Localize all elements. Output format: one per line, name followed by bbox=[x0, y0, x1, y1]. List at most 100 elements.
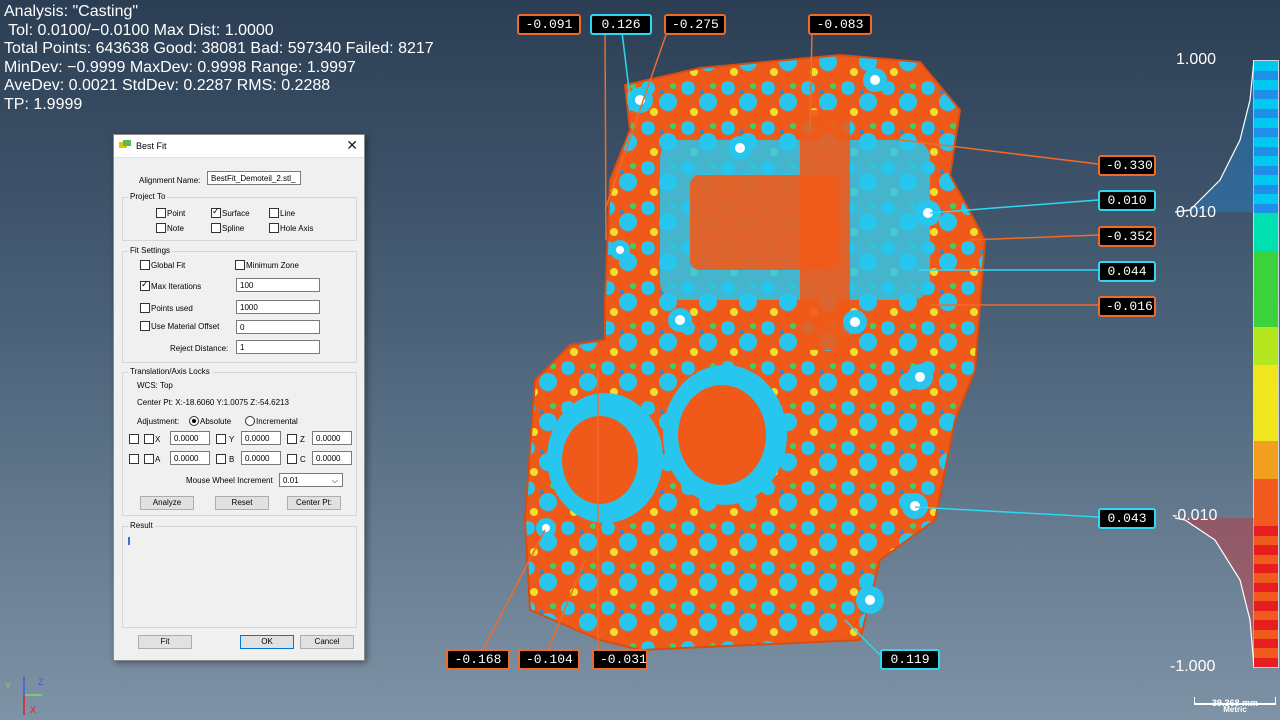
scale-bar-length: 39.368 mm bbox=[1211, 698, 1259, 708]
center-pt-readout: Center Pt: X:-18.6060 Y:1.0075 Z:-54.621… bbox=[137, 398, 289, 407]
global-fit-label: Global Fit bbox=[151, 261, 186, 270]
callout-label[interactable]: -0.031 bbox=[592, 649, 648, 670]
lock-c-checkbox[interactable] bbox=[287, 454, 297, 464]
callout-label[interactable]: 0.044 bbox=[1098, 261, 1156, 282]
c-input[interactable]: 0.0000 bbox=[312, 451, 352, 465]
scale-segment bbox=[1254, 441, 1278, 479]
scale-segment bbox=[1254, 156, 1278, 166]
callout-label[interactable]: -0.330 bbox=[1098, 155, 1156, 176]
callout-label[interactable]: 0.010 bbox=[1098, 190, 1156, 211]
scale-segment bbox=[1254, 127, 1278, 137]
ok-button[interactable]: OK bbox=[240, 635, 294, 649]
scale-segment bbox=[1254, 251, 1278, 289]
center-pt-button[interactable]: Center Pt: bbox=[287, 496, 341, 510]
lock-a-checkbox[interactable] bbox=[129, 454, 139, 464]
scale-segment bbox=[1254, 620, 1278, 630]
deviation-histogram bbox=[1174, 60, 1254, 667]
scale-max-label: 1.000 bbox=[1176, 51, 1217, 68]
reject-distance-input[interactable]: 1 bbox=[236, 340, 320, 354]
scale-segment bbox=[1254, 554, 1278, 564]
analyze-button[interactable]: Analyze bbox=[140, 496, 194, 510]
scale-segment bbox=[1254, 592, 1278, 602]
best-fit-dialog[interactable]: Best Fit ✕ Alignment Name: BestFit_Demot… bbox=[113, 134, 365, 661]
lock-y-checkbox[interactable] bbox=[216, 434, 226, 444]
line-checkbox[interactable] bbox=[269, 208, 279, 218]
callout-label[interactable]: -0.352 bbox=[1098, 226, 1156, 247]
absolute-radio[interactable] bbox=[189, 416, 199, 426]
scale-segment bbox=[1254, 526, 1278, 536]
callout-label[interactable]: -0.083 bbox=[808, 14, 872, 35]
project-to-title: Project To bbox=[128, 192, 168, 201]
scale-segment bbox=[1254, 203, 1278, 213]
scale-lower-tol-label: -0.010 bbox=[1172, 507, 1218, 524]
chevron-down-icon: ⌵ bbox=[331, 476, 338, 485]
scale-segment bbox=[1254, 194, 1278, 204]
translation-axis-locks-title: Translation/Axis Locks bbox=[128, 367, 212, 376]
cancel-button[interactable]: Cancel bbox=[300, 635, 354, 649]
spline-checkbox[interactable] bbox=[211, 223, 221, 233]
scale-segment bbox=[1254, 365, 1278, 403]
callout-label[interactable]: -0.091 bbox=[517, 14, 581, 35]
scale-segment bbox=[1254, 175, 1278, 185]
scale-segment bbox=[1254, 403, 1278, 441]
scale-segment bbox=[1254, 573, 1278, 583]
fit-settings-title: Fit Settings bbox=[128, 246, 173, 255]
scale-segment bbox=[1254, 327, 1278, 365]
lock-x-checkbox[interactable] bbox=[129, 434, 139, 444]
callout-label[interactable]: -0.168 bbox=[446, 649, 510, 670]
note-checkbox[interactable] bbox=[156, 223, 166, 233]
mouse-wheel-increment-select[interactable]: 0.01 ⌵ bbox=[279, 473, 343, 487]
axis-a-checkbox[interactable] bbox=[144, 454, 154, 464]
b-label: B bbox=[229, 455, 235, 464]
callout-label[interactable]: 0.126 bbox=[590, 14, 652, 35]
lock-b-checkbox[interactable] bbox=[216, 454, 226, 464]
scale-segment bbox=[1254, 99, 1278, 109]
reject-distance-label: Reject Distance: bbox=[170, 344, 229, 353]
dialog-titlebar[interactable]: Best Fit ✕ bbox=[114, 135, 364, 158]
axis-triad: Y Z X bbox=[5, 677, 44, 715]
point-checkbox[interactable] bbox=[156, 208, 166, 218]
scale-segment bbox=[1254, 517, 1278, 527]
deviation-color-scale bbox=[1253, 60, 1279, 668]
hole-axis-checkbox[interactable] bbox=[269, 223, 279, 233]
minimum-zone-checkbox[interactable] bbox=[235, 260, 245, 270]
fit-button[interactable]: Fit bbox=[138, 635, 192, 649]
scale-segment bbox=[1254, 638, 1278, 649]
scale-segment bbox=[1254, 80, 1278, 90]
material-offset-input[interactable]: 0 bbox=[236, 320, 320, 334]
adjustment-label: Adjustment: bbox=[137, 417, 180, 426]
alignment-name-input[interactable]: BestFit_Demoteil_2.stl_ bbox=[207, 171, 301, 185]
axis-x-checkbox[interactable] bbox=[144, 434, 154, 444]
callout-label[interactable]: 0.119 bbox=[880, 649, 940, 670]
result-group: Result bbox=[122, 521, 357, 628]
max-iterations-input[interactable]: 100 bbox=[236, 278, 320, 292]
z-input[interactable]: 0.0000 bbox=[312, 431, 352, 445]
scale-segment bbox=[1254, 289, 1278, 327]
points-used-input[interactable]: 1000 bbox=[236, 300, 320, 314]
x-input[interactable]: 0.0000 bbox=[170, 431, 210, 445]
reset-button[interactable]: Reset bbox=[215, 496, 269, 510]
close-icon[interactable]: ✕ bbox=[346, 137, 358, 154]
callout-label[interactable]: -0.016 bbox=[1098, 296, 1156, 317]
callout-label[interactable]: -0.275 bbox=[664, 14, 726, 35]
absolute-label: Absolute bbox=[200, 417, 232, 426]
b-input[interactable]: 0.0000 bbox=[241, 451, 281, 465]
minimum-zone-label: Minimum Zone bbox=[246, 261, 299, 270]
casting-model[interactable] bbox=[523, 53, 987, 652]
surface-checkbox[interactable] bbox=[211, 206, 221, 218]
global-fit-checkbox[interactable] bbox=[140, 260, 150, 270]
scale-segment bbox=[1254, 648, 1278, 658]
scale-segment bbox=[1254, 61, 1278, 71]
callout-label[interactable]: -0.104 bbox=[518, 649, 580, 670]
y-input[interactable]: 0.0000 bbox=[241, 431, 281, 445]
use-material-offset-checkbox[interactable] bbox=[140, 321, 150, 331]
callout-label[interactable]: 0.043 bbox=[1098, 508, 1156, 529]
incremental-radio[interactable] bbox=[245, 416, 255, 426]
use-material-offset-label: Use Material Offset bbox=[151, 322, 220, 331]
max-iterations-checkbox[interactable] bbox=[140, 279, 150, 291]
incremental-label: Incremental bbox=[256, 417, 298, 426]
a-input[interactable]: 0.0000 bbox=[170, 451, 210, 465]
lock-z-checkbox[interactable] bbox=[287, 434, 297, 444]
points-used-checkbox[interactable] bbox=[140, 303, 150, 313]
points-used-label: Points used bbox=[151, 304, 193, 313]
